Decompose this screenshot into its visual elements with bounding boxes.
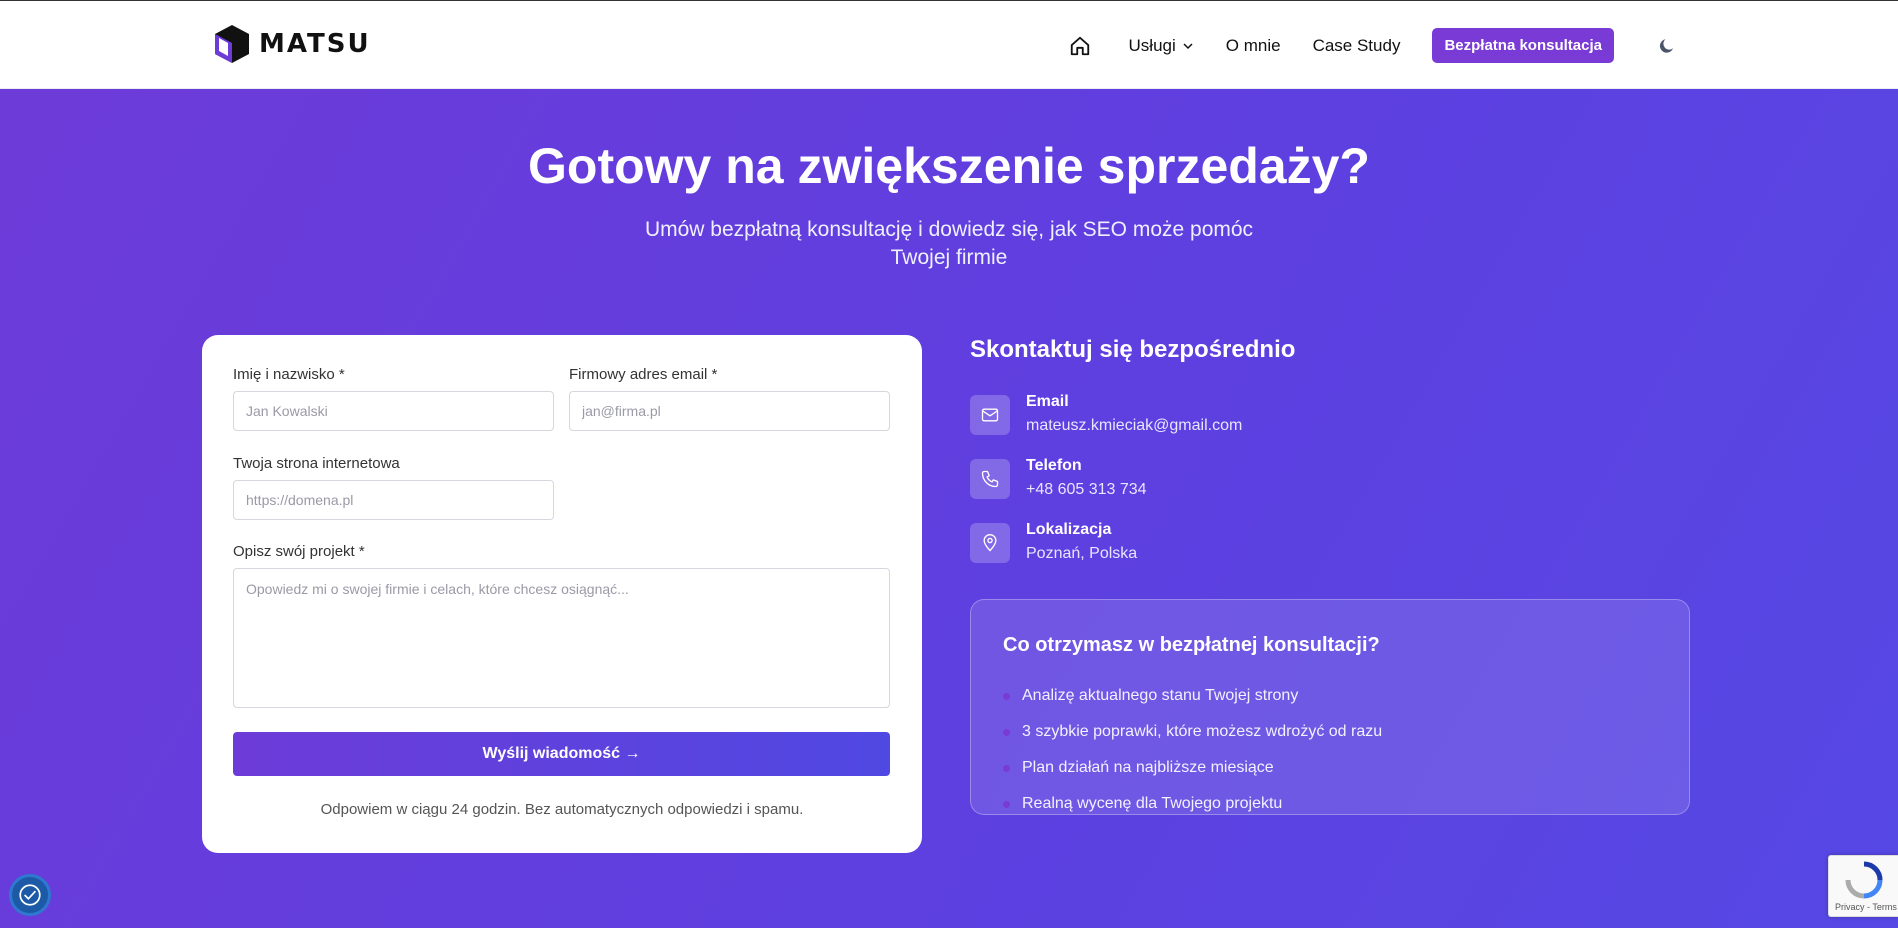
contact-form: Imię i nazwisko * Firmowy adres email * … bbox=[202, 335, 922, 853]
contact-title: Skontaktuj się bezpośrednio bbox=[970, 336, 1296, 363]
name-label: Imię i nazwisko * bbox=[233, 366, 345, 383]
recaptcha-badge[interactable]: Privacy - Terms bbox=[1828, 855, 1898, 917]
recaptcha-links[interactable]: Privacy - Terms bbox=[1835, 902, 1897, 912]
nav-services[interactable]: Usługi bbox=[1129, 36, 1194, 56]
list-item: Analizę aktualnego stanu Twojej strony bbox=[1003, 687, 1298, 705]
project-textarea[interactable] bbox=[233, 568, 890, 708]
bullet-dot-icon bbox=[1003, 800, 1010, 808]
site-header: MATSU Usługi O mnie Case Study Bezpłatna… bbox=[0, 0, 1898, 89]
email-input[interactable] bbox=[569, 391, 890, 431]
contact-location-label: Lokalizacja bbox=[1026, 521, 1112, 538]
list-item: 3 szybkie poprawki, które możesz wdrożyć… bbox=[1003, 723, 1382, 741]
benefit-text: Plan działań na najbliższe miesiące bbox=[1022, 759, 1274, 776]
list-item: Realną wycenę dla Twojego projektu bbox=[1003, 795, 1282, 813]
home-icon[interactable] bbox=[1067, 33, 1093, 59]
contact-phone-label: Telefon bbox=[1026, 457, 1082, 474]
chevron-down-icon bbox=[1183, 42, 1193, 49]
contact-location-value: Poznań, Polska bbox=[1026, 545, 1138, 562]
email-label: Firmowy adres email * bbox=[569, 366, 718, 383]
location-pin-icon bbox=[970, 523, 1010, 563]
contact-email-value[interactable]: mateusz.kmieciak@gmail.com bbox=[1026, 417, 1242, 435]
bullet-dot-icon bbox=[1003, 728, 1010, 736]
contact-email-label: Email bbox=[1026, 393, 1069, 410]
contact-phone-value[interactable]: +48 605 313 734 bbox=[1026, 481, 1147, 499]
main-nav: Usługi O mnie Case Study Bezpłatna konsu… bbox=[1067, 28, 1678, 63]
benefit-text: Analizę aktualnego stanu Twojej strony bbox=[1022, 687, 1299, 704]
nav-about[interactable]: O mnie bbox=[1226, 36, 1281, 56]
logo[interactable]: MATSU bbox=[213, 23, 371, 65]
nav-services-label: Usługi bbox=[1128, 35, 1176, 55]
list-item: Plan działań na najbliższe miesiące bbox=[1003, 759, 1274, 777]
contact-item-phone[interactable]: Telefon +48 605 313 734 bbox=[970, 457, 1370, 513]
nav-case-study[interactable]: Case Study bbox=[1313, 36, 1401, 56]
website-label: Twoja strona internetowa bbox=[233, 455, 400, 472]
benefit-text: 3 szybkie poprawki, które możesz wdrożyć… bbox=[1022, 723, 1383, 740]
consultation-benefits: Co otrzymasz w bezpłatnej konsultacji? A… bbox=[970, 599, 1690, 815]
phone-icon bbox=[970, 459, 1010, 499]
benefits-title: Co otrzymasz w bezpłatnej konsultacji? bbox=[1003, 634, 1380, 656]
project-label: Opisz swój projekt * bbox=[233, 543, 365, 560]
bullet-dot-icon bbox=[1003, 692, 1010, 700]
accessibility-icon[interactable] bbox=[9, 874, 51, 916]
name-input[interactable] bbox=[233, 391, 554, 431]
free-consultation-button[interactable]: Bezpłatna konsultacja bbox=[1432, 28, 1614, 63]
website-input[interactable] bbox=[233, 480, 554, 520]
bullet-dot-icon bbox=[1003, 764, 1010, 772]
contact-section: Gotowy na zwiększenie sprzedaży? Umów be… bbox=[0, 89, 1898, 928]
logo-text: MATSU bbox=[259, 29, 371, 59]
recaptcha-icon bbox=[1845, 861, 1883, 899]
contact-item-location: Lokalizacja Poznań, Polska bbox=[970, 521, 1370, 577]
section-subtitle: Umów bezpłatną konsultację i dowiedz się… bbox=[644, 218, 1254, 269]
mail-icon bbox=[970, 395, 1010, 435]
send-message-button[interactable]: Wyślij wiadomość → bbox=[233, 732, 890, 776]
contact-item-email[interactable]: Email mateusz.kmieciak@gmail.com bbox=[970, 393, 1370, 449]
logo-cube-icon bbox=[215, 25, 249, 63]
moon-icon[interactable] bbox=[1656, 35, 1678, 57]
benefit-text: Realną wycenę dla Twojego projektu bbox=[1022, 795, 1283, 812]
section-title: Gotowy na zwiększenie sprzedaży? bbox=[528, 138, 1370, 194]
form-note: Odpowiem w ciągu 24 godzin. Bez automaty… bbox=[320, 801, 804, 818]
